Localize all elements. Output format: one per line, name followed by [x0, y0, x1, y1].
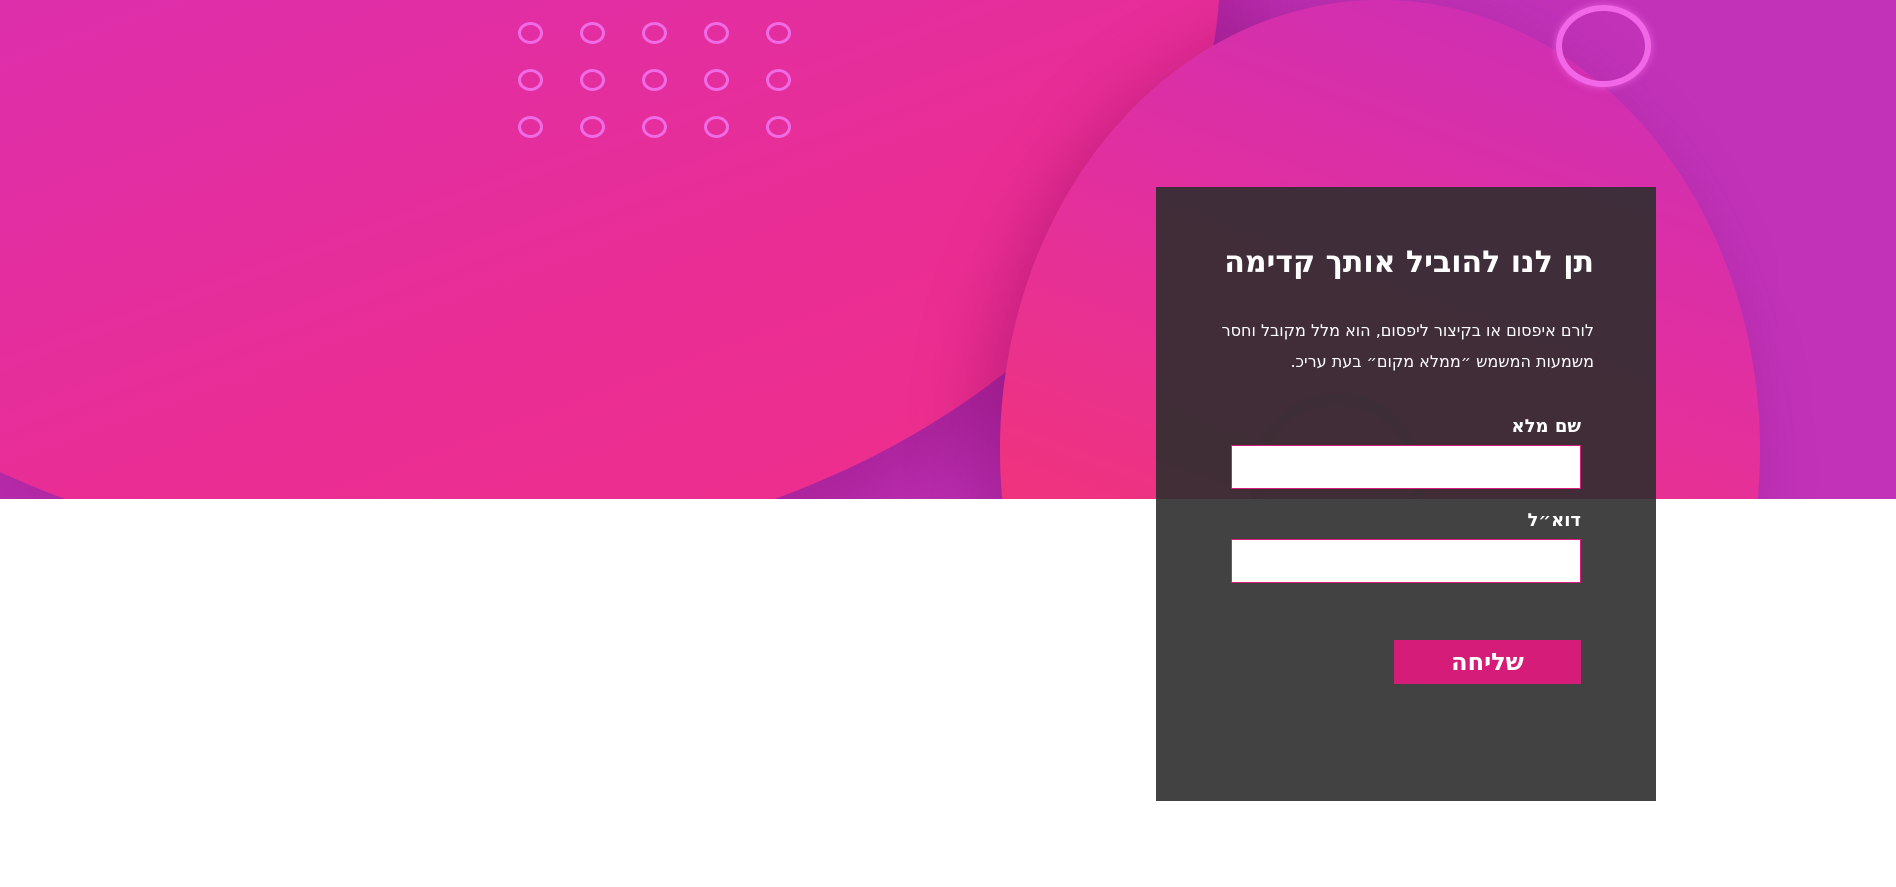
decorative-dot-icon	[766, 116, 791, 138]
decorative-dot-icon	[704, 69, 729, 91]
full-name-label: שם מלא	[1511, 416, 1581, 437]
full-name-input[interactable]	[1231, 445, 1581, 489]
form-description: לורם איפסום או בקיצור ליפסום, הוא מלל מק…	[1221, 321, 1594, 371]
decorative-dot-icon	[642, 69, 667, 91]
decorative-dot-icon	[580, 116, 605, 138]
decorative-dot-icon	[518, 22, 543, 44]
decorative-dot-icon	[642, 22, 667, 44]
decorative-dot-icon	[704, 22, 729, 44]
form-title: תן לנו להוביל אותך קדימה	[1224, 245, 1594, 280]
decorative-dot-grid	[518, 22, 793, 142]
decorative-ring-icon	[1556, 5, 1651, 87]
decorative-dot-icon	[580, 22, 605, 44]
decorative-dot-icon	[518, 116, 543, 138]
decorative-dot-icon	[642, 116, 667, 138]
email-input[interactable]	[1231, 539, 1581, 583]
contact-form-card: תן לנו להוביל אותך קדימה לורם איפסום או …	[1156, 187, 1656, 801]
decorative-dot-icon	[766, 69, 791, 91]
decorative-dot-icon	[518, 69, 543, 91]
decorative-dot-icon	[580, 69, 605, 91]
email-label: דוא״ל	[1527, 510, 1581, 531]
decorative-dot-icon	[766, 22, 791, 44]
decorative-dot-icon	[704, 116, 729, 138]
submit-button[interactable]: שליחה	[1394, 640, 1581, 684]
